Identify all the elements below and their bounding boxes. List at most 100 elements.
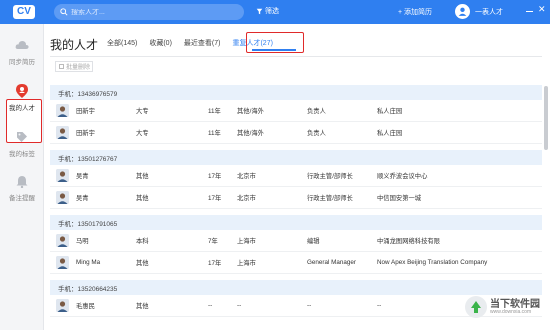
- tab-all[interactable]: 全部(145): [107, 38, 137, 48]
- candidate-name: 吴青: [76, 173, 89, 180]
- candidate-avatar: [56, 299, 69, 312]
- sidebar-item-label: 备注提醒: [9, 195, 35, 202]
- experience: 11年: [208, 108, 221, 115]
- city: --: [237, 302, 242, 309]
- batch-delete-label: 批量删除: [66, 65, 91, 71]
- sidebar-item-my-tags[interactable]: 我的标签: [0, 130, 44, 158]
- user-avatar[interactable]: [455, 4, 470, 19]
- add-resume-button[interactable]: + 添加简历: [398, 7, 432, 17]
- sidebar-item-label: 我的标签: [9, 151, 35, 158]
- city: 北京市: [237, 173, 256, 180]
- candidate-avatar: [56, 104, 69, 117]
- candidate-name: Ming Ma: [76, 259, 101, 266]
- candidate-avatar: [56, 234, 69, 247]
- group-header-phone: 手机：13501276767: [50, 150, 542, 165]
- candidate-avatar: [56, 256, 69, 269]
- company: 顺义乔波会议中心: [377, 173, 428, 180]
- company: 私人庄园: [377, 130, 403, 137]
- watermark: 当下软件园 www.downxia.com: [465, 288, 547, 326]
- company: 中涌龙图网络科技有限: [377, 238, 440, 245]
- candidate-avatar: [56, 191, 69, 204]
- education: 其他: [136, 260, 149, 267]
- experience: 7年: [208, 238, 218, 245]
- city: 北京市: [237, 195, 256, 202]
- user-icon: [458, 7, 467, 16]
- filter-label: 筛选: [265, 8, 279, 15]
- education: 其他: [136, 303, 149, 310]
- scrollbar[interactable]: [544, 86, 548, 150]
- job-title: 编辑: [307, 238, 320, 245]
- duplicate-group: 手机：13501276767 吴青 其他 17年 北京市 行政主管/部师长 顺义乔波会议中心…: [50, 150, 542, 209]
- experience: 11年: [208, 130, 221, 137]
- page-title: 我的人才: [50, 38, 99, 52]
- duplicate-group: 手机：13501791065 马明 本科 7年 上海市 编辑 中涌龙图网络科技有限 Ming …: [50, 215, 542, 274]
- candidate-name: 吴青: [76, 195, 89, 202]
- filter-icon: [256, 8, 263, 14]
- experience: --: [208, 302, 213, 309]
- education: 其他: [136, 173, 149, 180]
- table-row[interactable]: 马明 本科 7年 上海市 编辑 中涌龙图网络科技有限: [50, 230, 542, 252]
- username[interactable]: 一表人才: [475, 7, 503, 17]
- company: Now Apex Beijing Translation Company: [377, 259, 488, 266]
- job-title: General Manager: [307, 259, 357, 266]
- search-box[interactable]: [54, 4, 244, 20]
- table-row[interactable]: 吴青 其他 17年 北京市 行政主管/部师长 顺义乔波会议中心: [50, 165, 542, 187]
- sidebar-item-sync-resume[interactable]: 同步简历: [0, 38, 44, 66]
- group-header-phone: 手机：13501791065: [50, 215, 542, 230]
- minimize-icon[interactable]: [526, 11, 533, 12]
- watermark-url: www.downxia.com: [490, 308, 532, 315]
- experience: 17年: [208, 195, 222, 202]
- tab-recently-viewed[interactable]: 最近查看(7): [184, 38, 221, 48]
- company: --: [377, 302, 382, 309]
- experience: 17年: [208, 173, 222, 180]
- tab-active-underline: [252, 49, 296, 51]
- company: 私人庄园: [377, 108, 403, 115]
- city: 上海市: [237, 260, 256, 267]
- table-row[interactable]: Ming Ma 其他 17年 上海市 General Manager Now Apex B…: [50, 252, 542, 274]
- sidebar-item-reminders[interactable]: 备注提醒: [0, 174, 44, 202]
- candidate-name: 马明: [76, 238, 89, 245]
- batch-delete-button[interactable]: 批量删除: [55, 61, 93, 72]
- education: 本科: [136, 238, 149, 245]
- app-logo: CV: [13, 5, 35, 19]
- job-title: 负责人: [307, 130, 326, 137]
- top-bar: CV 筛选 + 添加简历 一表人才 ✕: [0, 0, 550, 24]
- education: 其他: [136, 195, 149, 202]
- tab-favorites[interactable]: 收藏(0): [149, 38, 172, 48]
- job-title: 行政主管/部师长: [307, 195, 353, 202]
- job-title: 行政主管/部师长: [307, 173, 353, 180]
- cloud-icon: [15, 38, 29, 52]
- duplicate-group: 手机：13436976579 田新宇 大专 11年 其他/海外 负责人 私人庄园 田新宇 大专 1…: [50, 85, 542, 144]
- city: 其他/海外: [237, 108, 264, 115]
- job-title: --: [307, 302, 312, 309]
- candidate-avatar: [56, 126, 69, 139]
- divider: [50, 56, 542, 57]
- search-input[interactable]: [71, 8, 231, 16]
- sidebar-item-label: 同步简历: [9, 59, 35, 66]
- company: 中信国安第一城: [377, 195, 422, 202]
- tag-icon: [15, 130, 29, 144]
- table-row[interactable]: 田新宇 大专 11年 其他/海外 负责人 私人庄园: [50, 122, 542, 144]
- city: 其他/海外: [237, 130, 264, 137]
- group-header-phone: 手机：13436976579: [50, 85, 542, 100]
- table-row[interactable]: 吴青 其他 17年 北京市 行政主管/部师长 中信国安第一城: [50, 187, 542, 209]
- sidebar-item-my-talent[interactable]: 我的人才: [0, 84, 44, 112]
- candidate-name: 毛惠民: [76, 303, 95, 310]
- search-icon: [60, 8, 68, 16]
- education: 大专: [136, 108, 149, 115]
- select-all-checkbox[interactable]: [59, 64, 64, 69]
- sidebar: 同步简历 我的人才 我的标签 备注提醒: [0, 24, 44, 330]
- close-icon[interactable]: ✕: [538, 5, 546, 14]
- experience: 17年: [208, 260, 222, 267]
- watermark-logo-icon: [465, 296, 487, 318]
- sidebar-item-label: 我的人才: [9, 105, 35, 112]
- candidate-name: 田新宇: [76, 130, 95, 137]
- table-row[interactable]: 田新宇 大专 11年 其他/海外 负责人 私人庄园: [50, 100, 542, 122]
- filter-button[interactable]: 筛选: [256, 6, 279, 16]
- education: 大专: [136, 130, 149, 137]
- city: 上海市: [237, 238, 256, 245]
- candidate-name: 田新宇: [76, 108, 95, 115]
- bell-icon: [15, 174, 29, 188]
- candidate-avatar: [56, 169, 69, 182]
- job-title: 负责人: [307, 108, 326, 115]
